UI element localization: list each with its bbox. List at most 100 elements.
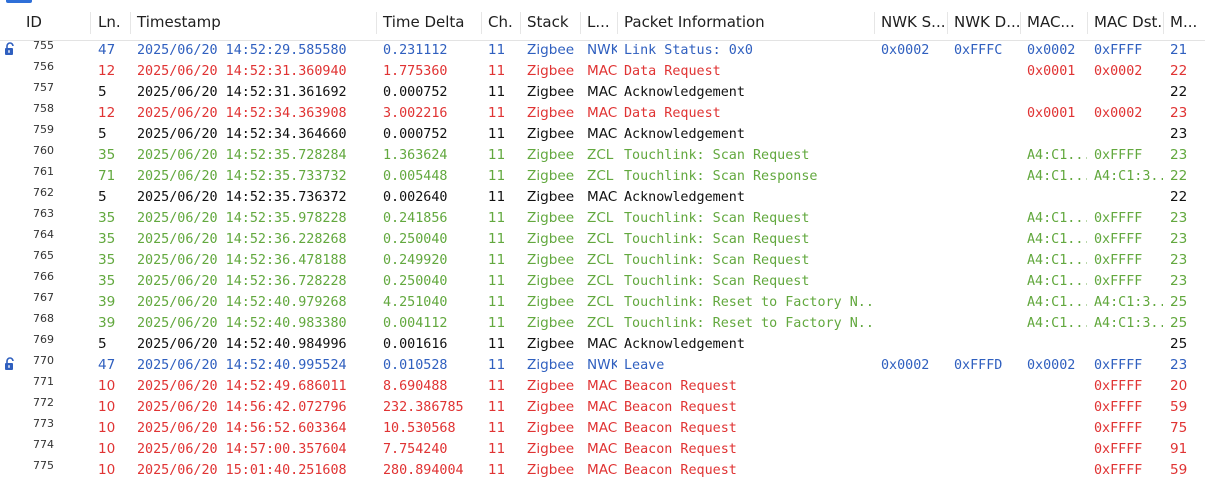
cell-mac-dst: 0xFFFF <box>1094 148 1143 163</box>
cell-m: 20 <box>1170 378 1188 394</box>
cell-ln: 12 <box>98 105 116 121</box>
cell-layer: MAC <box>587 126 617 142</box>
cell-channel: 11 <box>488 189 506 205</box>
col-header-m[interactable]: M... <box>1164 4 1205 40</box>
col-header-nwk-src[interactable]: NWK S... <box>875 4 947 40</box>
cell-channel: 11 <box>488 357 506 373</box>
table-row[interactable]: 769 5 2025/06/20 14:52:40.984996 0.001616 11… <box>0 333 1205 355</box>
cell-mac-dst <box>1088 82 1163 103</box>
cell-packet-info: Acknowledgement <box>624 127 745 142</box>
cell-m: 59 <box>1170 462 1188 478</box>
cell-mac-src: A4:C1... <box>1027 169 1087 184</box>
cell-mac-dst: 0xFFFF <box>1094 43 1143 58</box>
cell-timestamp: 2025/06/20 14:52:29.585580 <box>137 43 347 58</box>
cell-layer: ZCL <box>587 168 614 184</box>
cell-nwk-src <box>875 166 947 187</box>
cell-id: 774 <box>33 438 54 451</box>
table-row[interactable]: 770 47 2025/06/20 14:52:40.995524 0.010528 1… <box>0 354 1205 376</box>
cell-ln: 35 <box>98 147 116 163</box>
cell-ln: 39 <box>98 294 116 310</box>
cell-ln: 5 <box>98 126 107 142</box>
table-row[interactable]: 761 71 2025/06/20 14:52:35.733732 0.005448 1… <box>0 165 1205 187</box>
cell-nwk-src: 0x0002 <box>881 358 930 373</box>
table-row[interactable]: 774 10 2025/06/20 14:57:00.357604 7.754240 1… <box>0 438 1205 460</box>
cell-stack: Zigbee <box>527 399 575 415</box>
cell-id: 768 <box>33 312 54 325</box>
cell-timestamp: 2025/06/20 14:52:40.979268 <box>137 295 347 310</box>
cell-mac-src <box>1021 418 1087 439</box>
cell-mac-src: 0x0001 <box>1027 106 1076 121</box>
col-header-mac-dst[interactable]: MAC Dst. <box>1088 4 1163 40</box>
cell-channel: 11 <box>488 84 506 100</box>
cell-channel: 11 <box>488 420 506 436</box>
col-header-time-delta[interactable]: Time Delta <box>377 4 481 40</box>
col-header-channel[interactable]: Ch. <box>482 4 520 40</box>
cell-mac-src: 0x0002 <box>1027 358 1076 373</box>
cell-mac-src: A4:C1... <box>1027 211 1087 226</box>
table-row[interactable]: 768 39 2025/06/20 14:52:40.983380 0.004112 1… <box>0 312 1205 334</box>
cell-nwk-dst <box>948 460 1020 481</box>
cell-packet-info: Beacon Request <box>624 442 737 457</box>
cell-timestamp: 2025/06/20 14:52:49.686011 <box>137 379 347 394</box>
cell-packet-info: Touchlink: Scan Request <box>624 253 810 268</box>
cell-mac-src <box>1021 376 1087 397</box>
table-row[interactable]: 775 10 2025/06/20 15:01:40.251608 280.89400… <box>0 459 1205 481</box>
cell-m: 23 <box>1170 252 1188 268</box>
cell-mac-dst: 0x0002 <box>1094 106 1143 121</box>
col-header-layer[interactable]: L... <box>581 4 617 40</box>
cell-nwk-dst <box>948 376 1020 397</box>
col-header-nwk-dst[interactable]: NWK D... <box>948 4 1020 40</box>
cell-timestamp: 2025/06/20 14:52:34.363908 <box>137 106 347 121</box>
cell-layer: MAC <box>587 420 617 436</box>
cell-channel: 11 <box>488 105 506 121</box>
table-row[interactable]: 764 35 2025/06/20 14:52:36.228268 0.250040 1… <box>0 228 1205 250</box>
col-header-stack[interactable]: Stack <box>521 4 580 40</box>
cell-mac-src: 0x0001 <box>1027 64 1076 79</box>
table-row[interactable]: 766 35 2025/06/20 14:52:36.728228 0.250040 1… <box>0 270 1205 292</box>
col-header-ln[interactable]: Ln. <box>92 4 130 40</box>
cell-time-delta: 0.005448 <box>383 169 448 184</box>
table-row[interactable]: 758 12 2025/06/20 14:52:34.363908 3.002216 1… <box>0 102 1205 124</box>
table-row[interactable]: 771 10 2025/06/20 14:52:49.686011 8.690488 1… <box>0 375 1205 397</box>
cell-nwk-src <box>875 271 947 292</box>
col-resize-handle[interactable] <box>90 12 91 34</box>
cell-time-delta: 0.002640 <box>383 190 448 205</box>
cell-id: 759 <box>33 123 54 136</box>
cell-mac-src <box>1021 124 1087 145</box>
cell-channel: 11 <box>488 126 506 142</box>
table-row[interactable]: 762 5 2025/06/20 14:52:35.736372 0.002640 11… <box>0 186 1205 208</box>
cell-nwk-dst: 0xFFFD <box>954 358 1003 373</box>
cell-layer: ZCL <box>587 273 614 289</box>
cell-stack: Zigbee <box>527 273 575 289</box>
cell-packet-info: Acknowledgement <box>624 85 745 100</box>
cell-stack: Zigbee <box>527 420 575 436</box>
table-row[interactable]: 755 47 2025/06/20 14:52:29.585580 0.231112 1… <box>0 39 1205 61</box>
col-header-timestamp[interactable]: Timestamp <box>131 4 376 40</box>
table-row[interactable]: 756 12 2025/06/20 14:52:31.360940 1.775360 1… <box>0 60 1205 82</box>
table-row[interactable]: 767 39 2025/06/20 14:52:40.979268 4.251040 1… <box>0 291 1205 313</box>
table-row[interactable]: 772 10 2025/06/20 14:56:42.072796 232.38678… <box>0 396 1205 418</box>
cell-timestamp: 2025/06/20 14:52:31.361692 <box>137 85 347 100</box>
table-row[interactable]: 759 5 2025/06/20 14:52:34.364660 0.000752 11… <box>0 123 1205 145</box>
cell-layer: MAC <box>587 399 617 415</box>
col-header-packet-info[interactable]: Packet Information <box>618 4 874 40</box>
cell-layer: MAC <box>587 336 617 352</box>
cell-packet-info: Acknowledgement <box>624 190 745 205</box>
cell-channel: 11 <box>488 336 506 352</box>
cell-nwk-dst <box>948 292 1020 313</box>
cell-layer: MAC <box>587 105 617 121</box>
table-row[interactable]: 765 35 2025/06/20 14:52:36.478188 0.249920 1… <box>0 249 1205 271</box>
cell-ln: 12 <box>98 63 116 79</box>
cell-ln: 10 <box>98 378 116 394</box>
cell-packet-info: Data Request <box>624 106 721 121</box>
cell-ln: 10 <box>98 441 116 457</box>
table-row[interactable]: 763 35 2025/06/20 14:52:35.978228 0.241856 1… <box>0 207 1205 229</box>
cell-ln: 35 <box>98 273 116 289</box>
table-row[interactable]: 757 5 2025/06/20 14:52:31.361692 0.000752 11… <box>0 81 1205 103</box>
cell-mac-src <box>1021 439 1087 460</box>
cell-m: 22 <box>1170 63 1188 79</box>
cell-m: 23 <box>1170 126 1188 142</box>
table-row[interactable]: 773 10 2025/06/20 14:56:52.603364 10.530568… <box>0 417 1205 439</box>
col-header-mac-src[interactable]: MAC... <box>1021 4 1087 40</box>
table-row[interactable]: 760 35 2025/06/20 14:52:35.728284 1.363624 1… <box>0 144 1205 166</box>
